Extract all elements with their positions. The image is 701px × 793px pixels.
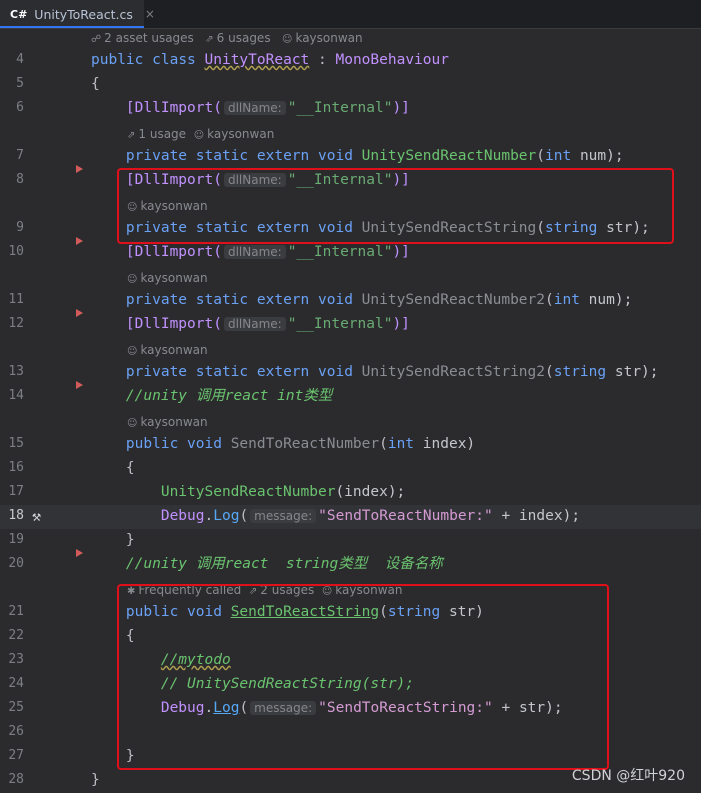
hint-text: kaysonwan [295,31,363,45]
hint-text: 2 asset usages [104,31,194,45]
code-line-28: } [91,772,100,788]
code-line-18: Debug.Log(message: "SendToReactNumber:" +… [160,508,581,524]
code-line-14: //unity 调用react int类型 [125,388,333,404]
code-line-11: private static extern void UnitySendReac… [125,292,633,308]
codevision-class-usages[interactable]: ☍ 2 asset usages ⇗ 6 usages ☺ kaysonwan [91,26,363,50]
code-line-4: public class UnityToReact : MonoBehaviou… [91,52,449,68]
codevision-usages[interactable]: ⇗ 1 usage ☺ kaysonwan [127,122,274,146]
codevision-author[interactable]: ☺ kaysonwan [127,410,208,434]
hint-text: kaysonwan [140,343,208,357]
code-line-7: private static extern void UnitySendReac… [125,148,624,164]
code-line-15: public void SendToReactNumber(int index) [125,436,476,452]
hint-text: 1 usage [138,127,187,141]
code-line-5: { [91,76,100,92]
code-line-12: [DllImport(dllName: "__Internal")] [125,316,410,332]
hint-text: kaysonwan [140,271,208,285]
highlight-box-bottom [117,584,609,770]
code-line-16: { [125,460,135,476]
code-line-17: UnitySendReactNumber(index); [160,484,406,500]
close-tab-icon[interactable]: × [145,7,155,21]
codevision-author[interactable]: ☺ kaysonwan [127,338,208,362]
code-line-13: private static extern void UnitySendReac… [125,364,659,380]
csharp-file-icon: C# [10,7,28,21]
code-line-20: //unity 调用react string类型 设备名称 [125,556,443,572]
hint-text: kaysonwan [140,415,208,429]
hint-text: 6 usages [216,31,271,45]
codevision-author[interactable]: ☺ kaysonwan [127,266,208,290]
highlight-box-top [117,168,674,244]
tab-file-name: UnityToReact.cs [34,6,133,22]
code-line-19: } [125,532,135,548]
code-line-6: [DllImport(dllName: "__Internal")] [125,100,410,116]
hint-text: kaysonwan [207,127,275,141]
tab-unitytoreact-cs[interactable]: C# UnityToReact.cs × [0,0,155,28]
editor-tab-bar: C# UnityToReact.cs × [0,0,701,29]
csdn-watermark: CSDN @红叶920 [571,768,685,784]
